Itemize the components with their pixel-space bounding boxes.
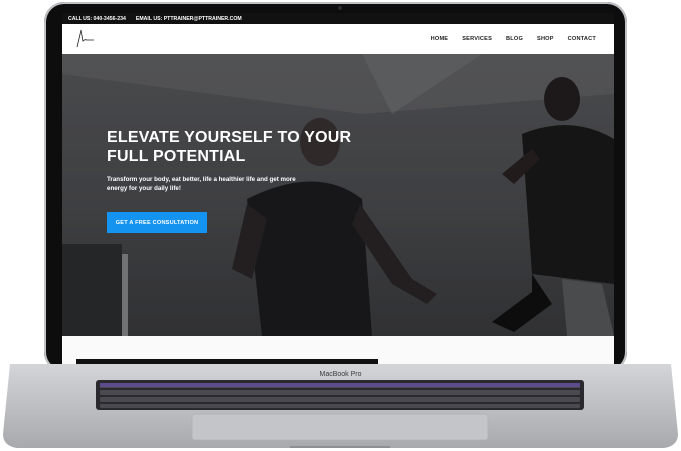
laptop-screen: CALL US: 040-3456-234 EMAIL US: PTTRAINE… [62, 13, 614, 365]
device-label: MacBook Pro [319, 371, 362, 378]
hero-title: ELEVATE YOURSELF TO YOUR FULL POTENTIAL [107, 128, 407, 166]
top-info-bar: CALL US: 040-3456-234 EMAIL US: PTTRAINE… [62, 13, 614, 24]
email-contact[interactable]: EMAIL US: PTTRAINER@PTTRAINER.COM [136, 16, 242, 22]
hero-subtitle-line-2: energy for your daily life! [107, 185, 181, 192]
hero-section: ELEVATE YOURSELF TO YOUR FULL POTENTIAL … [62, 54, 614, 336]
hero-subtitle: Transform your body, eat better, life a … [107, 175, 337, 193]
next-section [62, 336, 614, 365]
phone-contact[interactable]: CALL US: 040-3456-234 [68, 16, 126, 22]
hero-title-line-2: FULL POTENTIAL [107, 148, 246, 165]
hero-background-photo [62, 54, 614, 336]
nav-item-shop[interactable]: SHOP [537, 36, 554, 42]
hero-subtitle-line-1: Transform your body, eat better, life a … [107, 176, 296, 183]
nav-item-home[interactable]: HOME [431, 36, 449, 42]
free-consultation-button[interactable]: GET A FREE CONSULTATION [107, 212, 207, 233]
nav-item-services[interactable]: SERVICES [462, 36, 492, 42]
nav-item-contact[interactable]: CONTACT [568, 36, 596, 42]
hero-title-line-1: ELEVATE YOURSELF TO YOUR [107, 129, 352, 146]
main-nav: HOME SERVICES BLOG SHOP CONTACT [62, 24, 614, 54]
nav-menu: HOME SERVICES BLOG SHOP CONTACT [431, 36, 596, 42]
camera-icon [338, 6, 342, 10]
logo-icon[interactable] [74, 27, 96, 51]
nav-item-blog[interactable]: BLOG [506, 36, 523, 42]
